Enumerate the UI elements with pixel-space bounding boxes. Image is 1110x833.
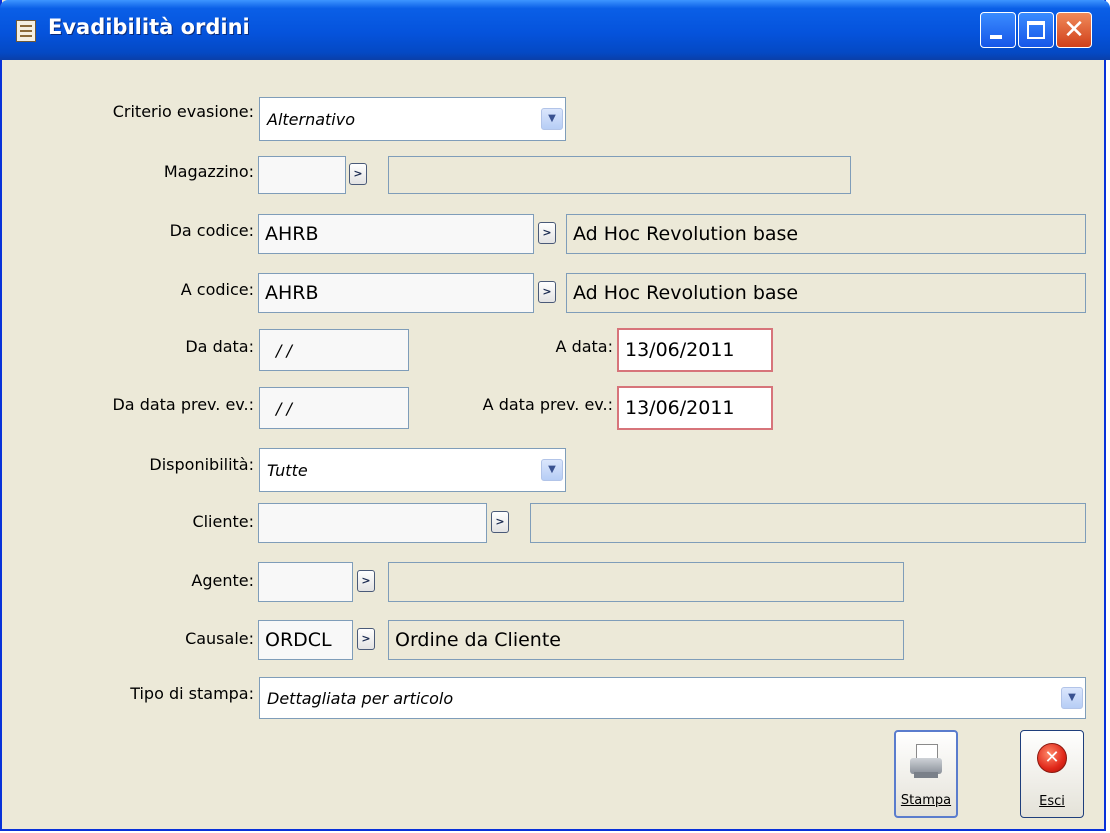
cliente-label: Cliente:	[192, 512, 254, 531]
magazzino-zoom-button[interactable]: >	[349, 163, 367, 185]
a-codice-description: Ad Hoc Revolution base	[566, 273, 1086, 313]
a-codice-input[interactable]: AHRB	[258, 273, 534, 313]
criterio-evasione-value: Alternativo	[267, 109, 356, 129]
a-data-label: A data:	[555, 337, 613, 356]
document-icon	[16, 20, 36, 42]
da-data-prev-label: Da data prev. ev.:	[112, 395, 254, 414]
a-codice-label: A codice:	[180, 280, 254, 299]
da-codice-label: Da codice:	[169, 221, 254, 240]
tipo-stampa-label: Tipo di stampa:	[130, 684, 254, 703]
causale-code-input[interactable]: ORDCL	[258, 620, 353, 660]
da-codice-description: Ad Hoc Revolution base	[566, 214, 1086, 254]
maximize-icon	[1027, 21, 1045, 39]
cliente-code-input[interactable]	[258, 503, 487, 543]
a-data-prev-input[interactable]: 13/06/2011	[617, 386, 773, 430]
disponibilita-select[interactable]: Tutte ▼	[259, 448, 566, 492]
criterio-evasione-label: Criterio evasione:	[112, 102, 254, 121]
a-data-input[interactable]: 13/06/2011	[617, 328, 773, 372]
agente-label: Agente:	[191, 571, 254, 590]
magazzino-label: Magazzino:	[163, 162, 254, 181]
da-data-label: Da data:	[185, 337, 254, 356]
da-data-input[interactable]: / /	[259, 329, 409, 371]
causale-label: Causale:	[185, 629, 254, 648]
causale-description: Ordine da Cliente	[388, 620, 904, 660]
da-data-prev-input[interactable]: / /	[259, 387, 409, 429]
window-title: Evadibilità ordini	[48, 15, 250, 39]
da-codice-zoom-button[interactable]: >	[538, 222, 556, 244]
disponibilita-label: Disponibilità:	[149, 455, 254, 474]
da-codice-input[interactable]: AHRB	[258, 214, 534, 254]
close-icon: ✕	[1063, 15, 1085, 45]
chevron-down-icon[interactable]: ▼	[541, 108, 563, 130]
cliente-zoom-button[interactable]: >	[491, 511, 509, 533]
agente-code-input[interactable]	[258, 562, 353, 602]
minimize-icon	[990, 35, 1002, 39]
cliente-description	[530, 503, 1086, 543]
chevron-down-icon[interactable]: ▼	[1061, 687, 1083, 709]
agente-zoom-button[interactable]: >	[357, 570, 375, 592]
a-data-prev-label: A data prev. ev.:	[482, 395, 613, 414]
minimize-button[interactable]	[980, 12, 1016, 48]
causale-zoom-button[interactable]: >	[357, 628, 375, 650]
stampa-button[interactable]: Stampa	[894, 730, 958, 818]
agente-description	[388, 562, 904, 602]
disponibilita-value: Tutte	[267, 460, 308, 480]
magazzino-description	[388, 156, 851, 194]
maximize-button[interactable]	[1018, 12, 1054, 48]
magazzino-code-input[interactable]	[258, 156, 346, 194]
close-button[interactable]: ✕	[1056, 12, 1092, 48]
esci-button[interactable]: ✕ Esci	[1020, 730, 1084, 818]
stampa-label: Stampa	[900, 793, 952, 808]
chevron-down-icon[interactable]: ▼	[541, 459, 563, 481]
esci-label: Esci	[1039, 794, 1065, 809]
tipo-stampa-value: Dettagliata per articolo	[267, 688, 454, 708]
criterio-evasione-select[interactable]: Alternativo ▼	[259, 97, 566, 141]
a-codice-zoom-button[interactable]: >	[538, 281, 556, 303]
title-bar[interactable]: Evadibilità ordini ✕	[0, 0, 1110, 60]
close-circle-icon: ✕	[1037, 743, 1067, 773]
tipo-stampa-select[interactable]: Dettagliata per articolo ▼	[259, 677, 1086, 719]
